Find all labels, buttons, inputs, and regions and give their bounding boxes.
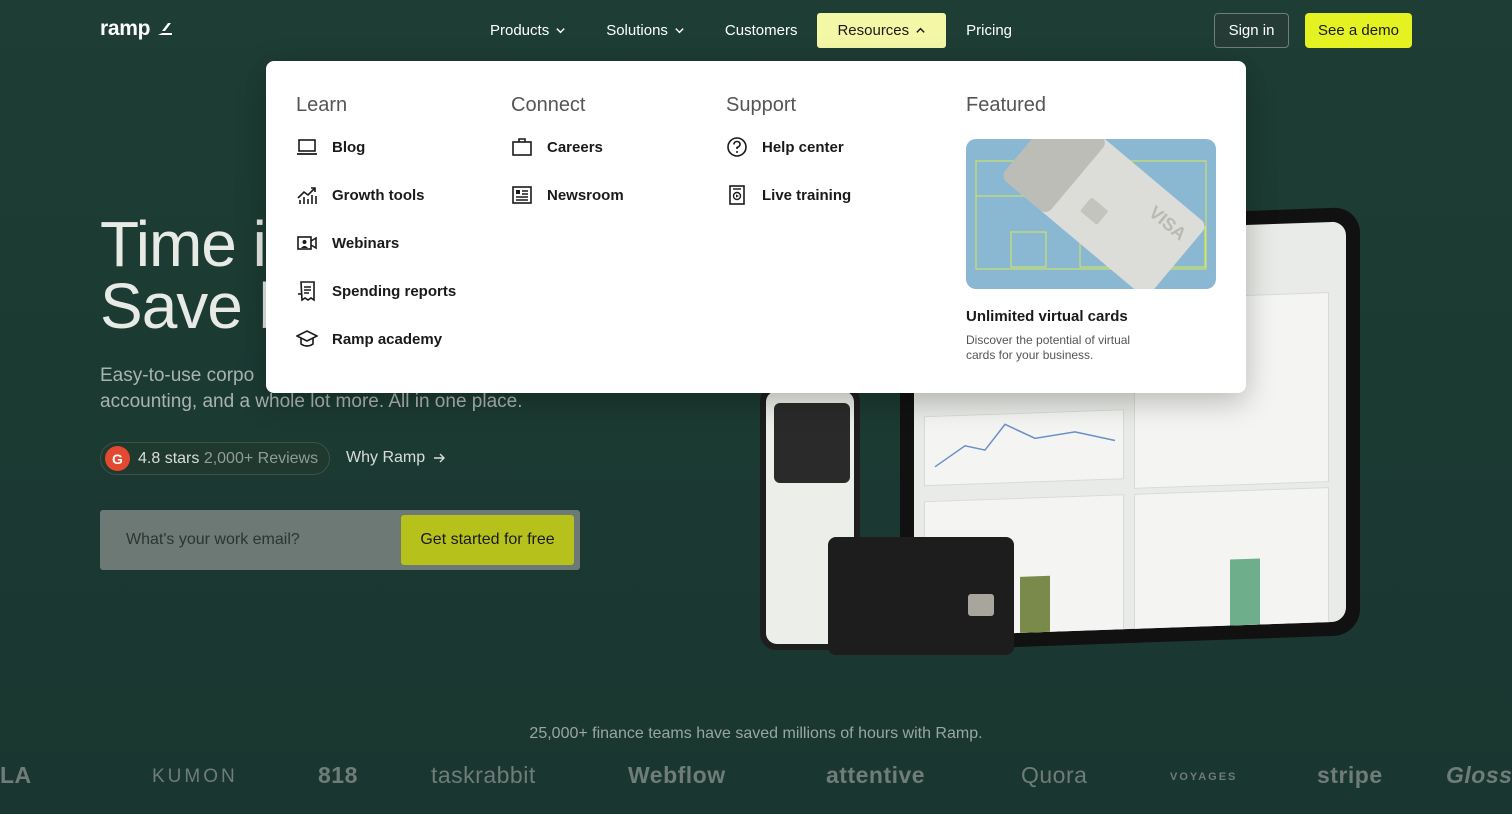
featured-card-image[interactable]: VISA — [966, 139, 1216, 289]
customer-logo: Webflow — [628, 762, 726, 788]
nav-pricing[interactable]: Pricing — [946, 13, 1032, 48]
menu-item-label: Growth tools — [332, 186, 425, 204]
arrow-right-icon — [434, 453, 446, 463]
chart-panel — [924, 409, 1124, 487]
nav-products-label: Products — [490, 22, 550, 39]
chevron-down-icon — [675, 28, 684, 34]
rating-reviews: 2,000+ Reviews — [203, 449, 319, 467]
menu-item-label: Help center — [762, 138, 844, 156]
customer-logo: KUMON — [152, 766, 238, 787]
nav-solutions[interactable]: Solutions — [586, 13, 705, 48]
trust-text: 25,000+ finance teams have saved million… — [529, 725, 983, 742]
question-circle-icon — [727, 137, 747, 157]
top-nav: ramp Products Solutions Customers Resour… — [0, 0, 1512, 61]
hero-title-line2: Save b — [100, 270, 294, 342]
webinar-icon — [297, 236, 317, 250]
customer-logo: Glossier — [1446, 762, 1512, 788]
physical-card-graphic — [828, 537, 1014, 655]
ramp-wing-icon — [158, 23, 173, 35]
customer-logo: VOYAGES — [1170, 771, 1238, 783]
see-demo-button[interactable]: See a demo — [1305, 13, 1412, 48]
menu-item-label: Spending reports — [332, 282, 457, 300]
menu-item-label: Live training — [762, 186, 852, 204]
bar-graphic — [1230, 558, 1260, 630]
menu-item-label: Blog — [332, 138, 366, 156]
chevron-down-icon — [556, 28, 565, 34]
nav-products[interactable]: Products — [470, 13, 586, 48]
hero-title: Time i Save b — [100, 208, 294, 342]
card-chip-icon — [968, 594, 994, 616]
learn-heading: Learn — [296, 94, 348, 116]
menu-item-newsroom[interactable]: Newsroom — [511, 184, 624, 206]
g2-logo-icon: G — [105, 446, 130, 471]
spend-department-panel — [1134, 487, 1329, 634]
nav-resources-label: Resources — [837, 22, 910, 39]
menu-item-ramp-academy[interactable]: Ramp academy — [296, 328, 442, 350]
rating-badge[interactable]: G 4.8 stars 2,000+ Reviews — [100, 442, 330, 475]
why-ramp-label: Why Ramp — [346, 449, 426, 466]
graduation-cap-icon — [296, 330, 318, 347]
get-started-button[interactable]: Get started for free — [401, 515, 574, 565]
sign-in-button[interactable]: Sign in — [1214, 13, 1289, 48]
phone-card-graphic — [774, 403, 850, 483]
nav-customers[interactable]: Customers — [705, 13, 818, 48]
email-input[interactable] — [100, 510, 400, 570]
customer-logo: Quora — [1021, 762, 1088, 788]
live-training-icon — [729, 185, 745, 205]
rating-stars: 4.8 stars — [138, 449, 200, 467]
menu-item-label: Webinars — [332, 234, 400, 252]
hero-title-line1: Time i — [100, 208, 267, 280]
menu-item-help-center[interactable]: Help center — [726, 136, 844, 158]
bar-graphic — [1020, 575, 1050, 637]
nav-pricing-label: Pricing — [966, 22, 1013, 39]
menu-item-label: Ramp academy — [332, 330, 443, 348]
connect-heading: Connect — [511, 94, 586, 116]
nav-customers-label: Customers — [724, 22, 798, 39]
menu-item-growth-tools[interactable]: Growth tools — [296, 184, 425, 206]
featured-card-title[interactable]: Unlimited virtual cards — [966, 308, 1128, 325]
nav-resources[interactable]: Resources — [817, 13, 947, 48]
menu-item-spending-reports[interactable]: Spending reports — [296, 280, 456, 302]
customer-logo: 818 — [318, 762, 358, 788]
featured-heading: Featured — [966, 94, 1047, 116]
chevron-up-icon — [916, 27, 925, 33]
receipt-icon — [298, 281, 315, 302]
support-heading: Support — [726, 94, 797, 116]
briefcase-icon — [512, 138, 532, 156]
menu-item-label: Careers — [547, 138, 603, 156]
customer-logo: stripe — [1317, 762, 1383, 788]
featured-card-description: Discover the potential of virtual cards … — [966, 333, 1131, 362]
customer-logo: attentive — [826, 762, 926, 788]
menu-item-careers[interactable]: Careers — [511, 136, 603, 158]
customer-logo: LA — [0, 762, 32, 788]
resources-dropdown: Learn Blog Growth tools Webinars Spendin… — [266, 61, 1246, 393]
menu-item-webinars[interactable]: Webinars — [296, 232, 399, 254]
laptop-icon — [297, 139, 317, 155]
signup-form: Get started for free — [100, 510, 580, 570]
menu-item-live-training[interactable]: Live training — [726, 184, 851, 206]
why-ramp-link[interactable]: Why Ramp — [346, 449, 446, 467]
newspaper-icon — [512, 186, 532, 204]
visa-card-illustration: VISA — [975, 139, 1207, 289]
menu-item-label: Newsroom — [547, 186, 624, 204]
line-chart-graphic — [934, 423, 1116, 468]
ramp-logo[interactable]: ramp — [100, 17, 174, 41]
nav-solutions-label: Solutions — [606, 22, 668, 39]
customer-logo: taskrabbit — [431, 762, 536, 788]
menu-item-blog[interactable]: Blog — [296, 136, 365, 158]
nav-links: Products Solutions Customers Resources P… — [470, 13, 1032, 48]
growth-chart-icon — [297, 187, 317, 204]
customer-logos: LA KUMON 818 taskrabbit Webflow attentiv… — [0, 762, 1512, 794]
brand-name: ramp — [100, 17, 151, 40]
